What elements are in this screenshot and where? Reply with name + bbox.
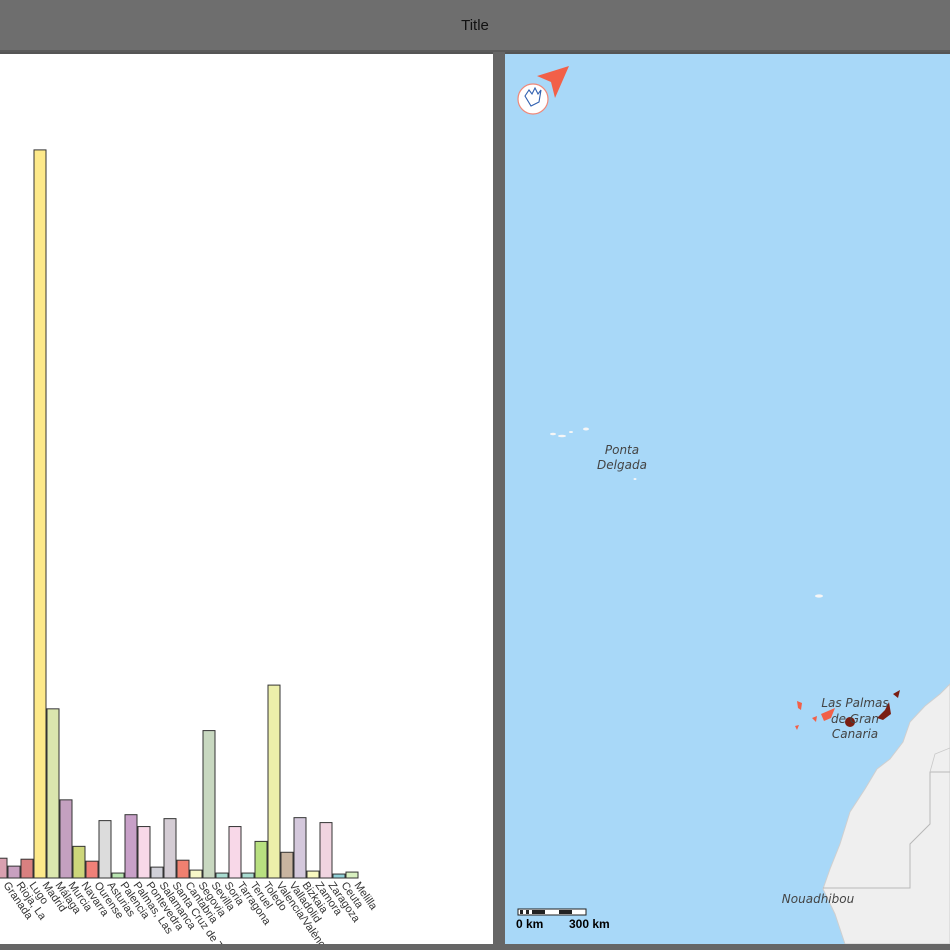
bar-lugo [20, 858, 34, 879]
bar-asturias [98, 820, 112, 879]
bar-palencia [111, 872, 125, 879]
bar-sevilla [202, 730, 216, 879]
scale-bar: 0 km 300 km [516, 908, 610, 931]
bar-rioja-la [7, 865, 21, 879]
title-bar: Title [0, 0, 950, 52]
las-palmas-label-1: Las Palmas [821, 696, 888, 710]
bar-palmas-las [124, 814, 138, 879]
bar-ceuta [332, 873, 346, 879]
bottom-frame [0, 944, 950, 950]
bar-madrid [33, 149, 47, 879]
bar-valladolid [280, 851, 294, 879]
bar-santa-cruz-de-tenerife [163, 818, 177, 879]
bar-bizkaia [293, 817, 307, 879]
chart-panel: Granada Rioja, La Lugo Madrid Málaga Murcia Na… [0, 54, 493, 944]
bar-zamora [306, 870, 320, 879]
bar-navarra [72, 845, 86, 879]
las-palmas-label-2: de Gran [831, 712, 879, 726]
panel-divider[interactable] [493, 52, 505, 950]
ponta-delgada-label-1: Ponta [605, 443, 639, 457]
las-palmas-label-3: Canaria [832, 727, 878, 741]
ponta-delgada-label-2: Delgada [597, 458, 647, 472]
bar-segovia [189, 869, 203, 879]
bar-m-laga [46, 708, 60, 879]
window-title: Title [461, 17, 489, 34]
bar-granada [0, 857, 8, 879]
map[interactable]: Ponta Delgada Las Palmas de Gran Canaria… [505, 54, 950, 944]
madeira-island [815, 594, 823, 598]
bar-cantabria [176, 859, 190, 879]
bar-chart: GranadaRioja, LaLugoMadridMálagaMurciaNa… [0, 149, 380, 944]
bar-pontevedra [137, 826, 151, 879]
map-panel[interactable]: Ponta Delgada Las Palmas de Gran Canaria… [505, 54, 950, 944]
hand-pointing-icon[interactable] [517, 83, 549, 115]
bar-murcia [59, 799, 73, 879]
scale-label-end: 300 km [569, 917, 610, 931]
nouadhibou-label: Nouadhibou [782, 892, 855, 906]
bar-toledo [254, 840, 268, 879]
bar-ourense [85, 860, 99, 879]
bar-valencia-val-ncia [267, 684, 281, 879]
bar-melilla [345, 871, 359, 879]
bar-teruel [241, 872, 255, 879]
bar-soria [215, 872, 229, 879]
scale-label-start: 0 km [516, 917, 543, 931]
bar-tarragona [228, 826, 242, 879]
bar-salamanca [150, 866, 164, 879]
bar-zaragoza [319, 822, 333, 879]
